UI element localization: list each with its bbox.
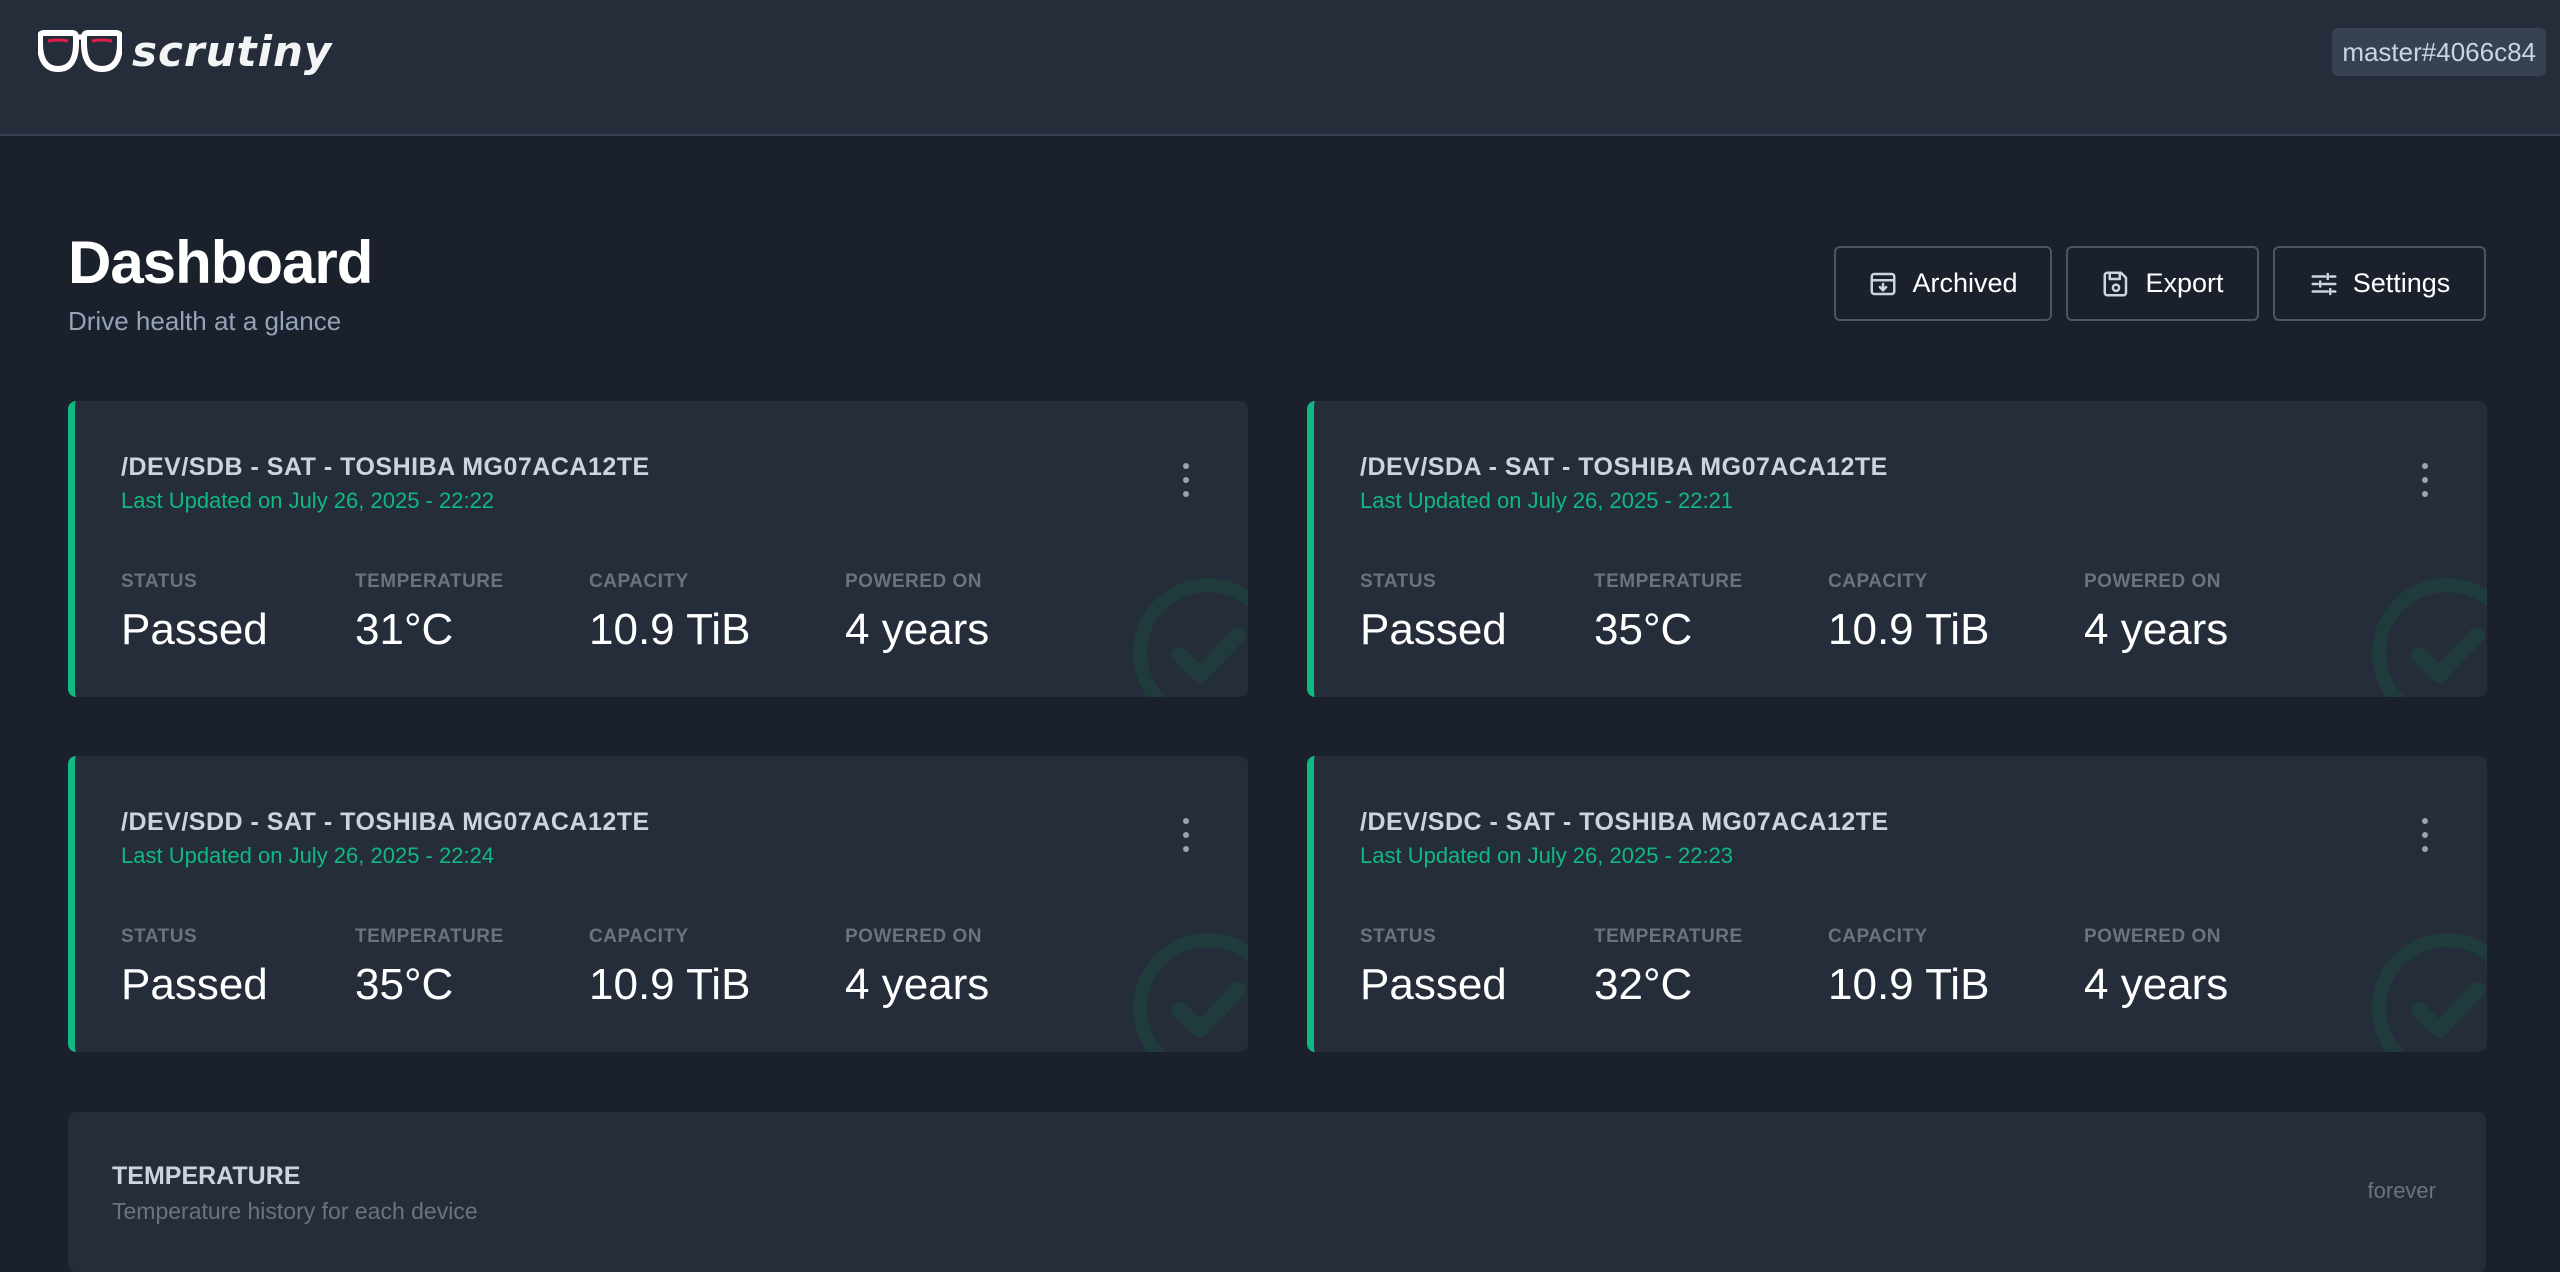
- settings-button-label: Settings: [2352, 268, 2451, 298]
- version-badge: master#4066c84: [2332, 28, 2546, 76]
- glasses-logo-icon: [38, 30, 122, 73]
- status-value: Passed: [121, 605, 268, 654]
- page-subtitle: Drive health at a glance: [68, 306, 342, 336]
- device-title[interactable]: /DEV/SDB - SAT - TOSHIBA MG07ACA12TE: [121, 453, 650, 482]
- device-title[interactable]: /DEV/SDD - SAT - TOSHIBA MG07ACA12TE: [121, 808, 650, 837]
- temperature-value: 35°C: [355, 960, 454, 1009]
- temperature-range-selector[interactable]: forever: [2368, 1178, 2436, 1204]
- device-card-sdd[interactable]: /DEV/SDD - SAT - TOSHIBA MG07ACA12TE Las…: [68, 756, 1248, 1052]
- capacity-value: 10.9 TiB: [1828, 605, 1990, 654]
- temperature-value: 31°C: [355, 605, 454, 654]
- capacity-stat: CAPACITY 10.9 TiB: [1828, 571, 1990, 654]
- temperature-value: 35°C: [1594, 605, 1693, 654]
- archived-button[interactable]: Archived: [1834, 246, 2052, 321]
- device-title[interactable]: /DEV/SDA - SAT - TOSHIBA MG07ACA12TE: [1360, 453, 1888, 482]
- powered-on-value: 4 years: [845, 605, 990, 654]
- more-vertical-icon[interactable]: [1176, 818, 1196, 852]
- capacity-stat: CAPACITY 10.9 TiB: [589, 926, 751, 1009]
- sliders-icon: [2311, 272, 2337, 295]
- device-title[interactable]: /DEV/SDC - SAT - TOSHIBA MG07ACA12TE: [1360, 808, 1889, 837]
- capacity-value: 10.9 TiB: [589, 960, 751, 1009]
- status-value: Passed: [1360, 605, 1507, 654]
- capacity-stat: CAPACITY 10.9 TiB: [589, 571, 751, 654]
- temperature-stat: TEMPERATURE 31°C: [355, 571, 504, 654]
- device-card-sda[interactable]: /DEV/SDA - SAT - TOSHIBA MG07ACA12TE Las…: [1307, 401, 2487, 697]
- export-button[interactable]: Export: [2066, 246, 2259, 321]
- powered-on-stat: POWERED ON 4 years: [2084, 571, 2229, 654]
- temperature-stat: TEMPERATURE 35°C: [1594, 571, 1743, 654]
- last-updated: Last Updated on July 26, 2025 - 22:22: [121, 488, 495, 513]
- logo-text: scrutiny: [132, 26, 333, 76]
- temperature-stat: TEMPERATURE 35°C: [355, 926, 504, 1009]
- top-bar: scrutiny master#4066c84: [0, 0, 2560, 136]
- capacity-value: 10.9 TiB: [589, 605, 751, 654]
- temperature-panel-subtitle: Temperature history for each device: [112, 1198, 478, 1224]
- more-vertical-icon[interactable]: [2415, 463, 2435, 497]
- powered-on-stat: POWERED ON 4 years: [845, 926, 990, 1009]
- status-stat: STATUS Passed: [121, 571, 268, 654]
- capacity-value: 10.9 TiB: [1828, 960, 1990, 1009]
- temperature-value: 32°C: [1594, 960, 1693, 1009]
- temperature-stat: TEMPERATURE 32°C: [1594, 926, 1743, 1009]
- check-circle-icon: [2372, 933, 2487, 1052]
- check-circle-icon: [2372, 578, 2487, 697]
- device-card-sdb[interactable]: /DEV/SDB - SAT - TOSHIBA MG07ACA12TE Las…: [68, 401, 1248, 697]
- powered-on-stat: POWERED ON 4 years: [845, 571, 990, 654]
- page-title: Dashboard: [68, 229, 373, 296]
- export-button-label: Export: [2145, 268, 2224, 298]
- more-vertical-icon[interactable]: [2415, 818, 2435, 852]
- device-card-sdc[interactable]: /DEV/SDC - SAT - TOSHIBA MG07ACA12TE Las…: [1307, 756, 2487, 1052]
- powered-on-value: 4 years: [2084, 605, 2229, 654]
- archive-icon: [1870, 272, 1896, 295]
- save-icon: [2103, 271, 2128, 296]
- powered-on-value: 4 years: [2084, 960, 2229, 1009]
- status-stat: STATUS Passed: [1360, 926, 1507, 1009]
- status-value: Passed: [121, 960, 268, 1009]
- status-stat: STATUS Passed: [121, 926, 268, 1009]
- temperature-panel-title: TEMPERATURE: [112, 1162, 301, 1190]
- check-circle-icon: [1133, 933, 1248, 1052]
- settings-button[interactable]: Settings: [2273, 246, 2486, 321]
- check-circle-icon: [1133, 578, 1248, 697]
- powered-on-value: 4 years: [845, 960, 990, 1009]
- last-updated: Last Updated on July 26, 2025 - 22:23: [1360, 843, 1734, 868]
- more-vertical-icon[interactable]: [1176, 463, 1196, 497]
- powered-on-stat: POWERED ON 4 years: [2084, 926, 2229, 1009]
- capacity-stat: CAPACITY 10.9 TiB: [1828, 926, 1990, 1009]
- temperature-history-panel: TEMPERATURE Temperature history for each…: [68, 1112, 2486, 1272]
- status-value: Passed: [1360, 960, 1507, 1009]
- last-updated: Last Updated on July 26, 2025 - 22:21: [1360, 488, 1734, 513]
- app-logo[interactable]: scrutiny: [38, 26, 332, 76]
- archived-button-label: Archived: [1912, 268, 2018, 298]
- status-stat: STATUS Passed: [1360, 571, 1507, 654]
- last-updated: Last Updated on July 26, 2025 - 22:24: [121, 843, 495, 868]
